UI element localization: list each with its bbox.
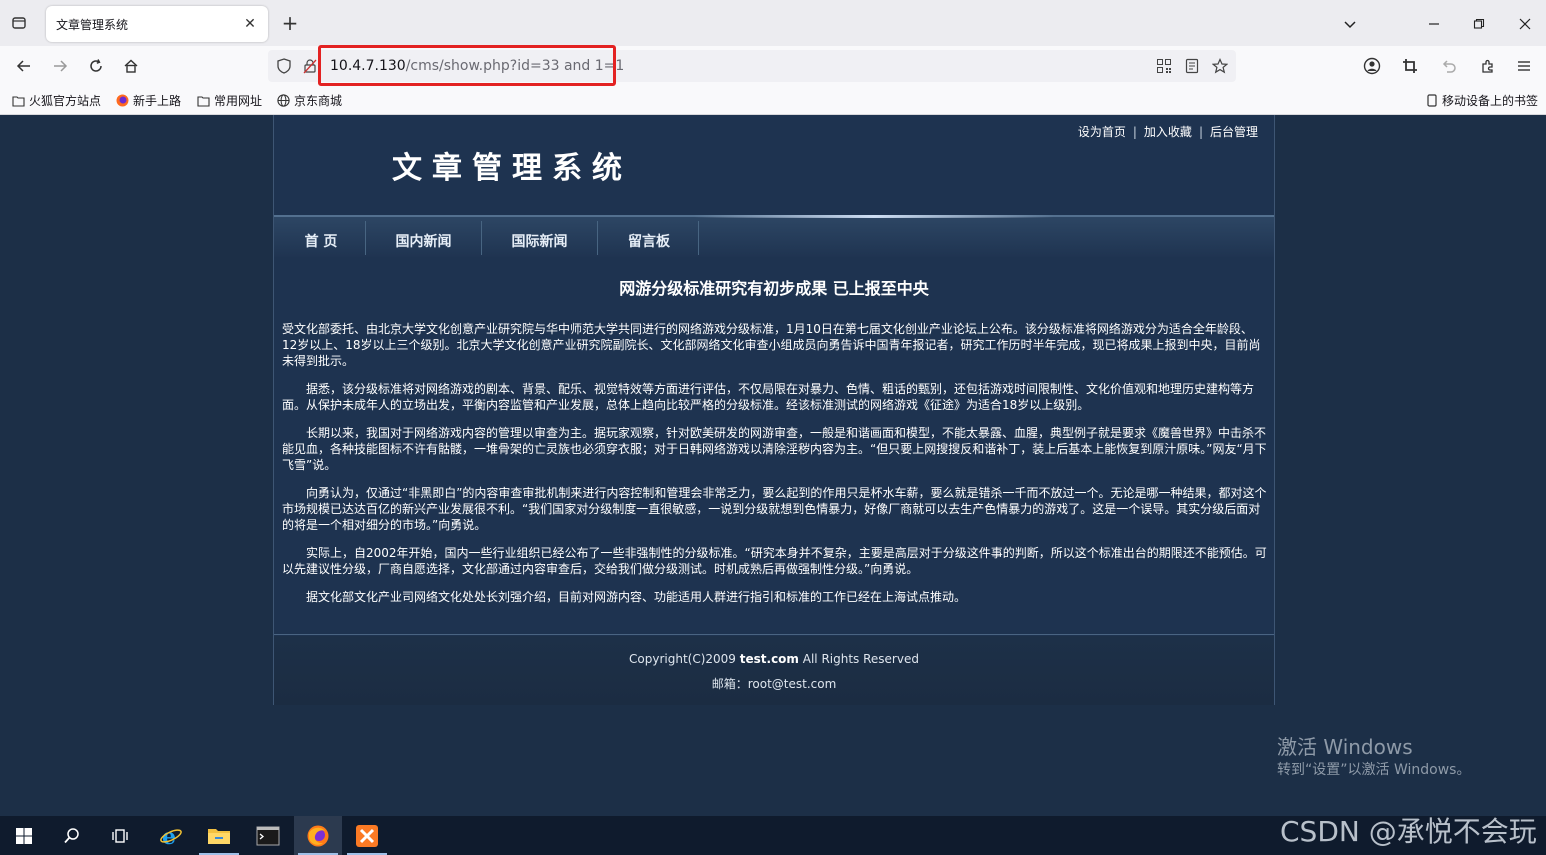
windows-start-icon[interactable] [0,816,48,855]
bookmark-item-3[interactable]: 京东商城 [277,92,342,109]
copyright-suffix: All Rights Reserved [798,652,919,666]
csdn-watermark: CSDN @承悦不会玩 [1280,815,1537,848]
site-logo: 文章管理系统 [392,151,632,186]
email-address: root@test.com [747,677,837,691]
folder-icon [12,94,25,107]
site-container: 设为首页 | 加入收藏 | 后台管理 文章管理系统 首 页 国内新闻 国际新闻 留言板 … [273,115,1275,705]
shield-icon[interactable] [274,56,294,76]
bookmark-item-2[interactable]: 常用网址 [197,92,262,109]
activate-windows-subtitle: 转到“设置”以激活 Windows。 [1277,762,1471,778]
firefox-icon [116,94,129,107]
task-view-icon[interactable] [96,816,144,855]
url-path: /cms/show.php?id=33 and 1=1 [405,58,625,74]
xampp-icon[interactable] [343,816,391,855]
close-tab-icon[interactable]: ✕ [240,14,260,34]
top-link-admin[interactable]: 后台管理 [1210,125,1258,139]
web-page: 设为首页 | 加入收藏 | 后台管理 文章管理系统 首 页 国内新闻 国际新闻 留言板 … [0,115,1546,816]
top-link-set-home[interactable]: 设为首页 [1078,125,1126,139]
menu-item-domestic-news[interactable]: 国内新闻 [366,231,481,251]
bookmarks-toolbar: 火狐官方站点 新手上路 常用网址 京东商城 移动设备上的书签 [0,86,1546,115]
firefox-taskbar-icon[interactable] [294,816,342,855]
windows-taskbar: e CSDN @承悦不会玩 [0,815,1546,855]
menu-item-international-news[interactable]: 国际新闻 [482,231,597,251]
url-host: 10.4.7.130 [330,58,406,74]
bookmark-star-icon[interactable] [1210,56,1230,76]
reader-view-icon[interactable] [1182,56,1202,76]
extensions-icon[interactable] [1476,54,1500,78]
folder-icon [197,94,210,107]
article-title: 网游分级标准研究有初步成果 已上报至中央 [619,279,929,298]
tab-overflow-chevron-icon[interactable] [1338,12,1362,36]
menu-item-guestbook[interactable]: 留言板 [598,231,700,251]
email-line: 邮箱：root@test.com [274,675,1274,692]
bookmark-label: 火狐官方站点 [29,94,102,108]
search-icon[interactable] [48,816,96,855]
home-icon[interactable] [119,54,143,78]
bookmark-label: 常用网址 [214,94,263,108]
forward-icon[interactable] [48,54,72,78]
terminal-icon[interactable] [244,816,292,855]
article-paragraph: 长期以来，我国对于网络游戏内容的管理以审查为主。据玩家观察，针对欧美研发的网游审… [282,426,1267,472]
bookmark-item-0[interactable]: 火狐官方站点 [12,92,101,109]
article-area: 网游分级标准研究有初步成果 已上报至中央 受文化部委托、由北京大学文化创意产业研… [274,257,1274,635]
minimize-icon[interactable] [1422,12,1446,36]
activate-windows-title: 激活 Windows [1277,735,1413,759]
copyright-prefix: Copyright(C)2009 [629,652,740,666]
url-text[interactable]: 10.4.7.130/cms/show.php?id=33 and 1=1 [330,58,624,74]
article-paragraph: 实际上，自2002年开始，国内一些行业组织已经公布了一些非强制性的分级标准。“研… [282,546,1267,576]
tab-list-icon[interactable] [8,12,30,34]
mobile-bookmarks-label: 移动设备上的书签 [1442,94,1539,108]
url-bar[interactable]: 10.4.7.130/cms/show.php?id=33 and 1=1 [268,50,1236,82]
qr-code-icon[interactable] [1154,56,1174,76]
globe-icon [277,94,290,107]
mobile-bookmarks[interactable]: 移动设备上的书签 [1425,92,1538,109]
article-paragraph: 受文化部委托、由北京大学文化创意产业研究院与华中师范大学共同进行的网络游戏分级标… [282,322,1261,368]
site-footer: Copyright(C)2009 test.com All Rights Res… [274,636,1274,705]
article-body: 受文化部委托、由北京大学文化创意产业研究院与华中师范大学共同进行的网络游戏分级标… [282,321,1268,617]
top-links: 设为首页 | 加入收藏 | 后台管理 [1077,125,1258,139]
close-window-icon[interactable] [1513,12,1537,36]
reload-icon[interactable] [84,54,108,78]
article-paragraph: 据悉，该分级标准将对网络游戏的剧本、背景、配乐、视觉特效等方面进行评估，不仅局限… [282,382,1255,412]
mobile-device-icon [1425,94,1438,107]
bookmark-item-1[interactable]: 新手上路 [116,92,181,109]
undo-icon[interactable] [1437,54,1461,78]
account-icon[interactable] [1360,54,1384,78]
article-paragraph: 向勇认为，仅通过“非黑即白”的内容审查审批机制来进行内容控制和管理会非常乏力，要… [282,486,1267,532]
top-link-add-favorite[interactable]: 加入收藏 [1144,125,1192,139]
email-label: 邮箱： [711,677,748,691]
browser-nav-bar: 10.4.7.130/cms/show.php?id=33 and 1=1 [0,46,1546,86]
back-icon[interactable] [12,54,36,78]
menu-hamburger-icon[interactable] [1512,54,1536,78]
browser-tab-active[interactable]: 文章管理系统 ✕ [46,6,268,42]
browser-tab-bar: 文章管理系统 ✕ + [0,0,1546,46]
internet-explorer-icon[interactable]: e [147,816,195,855]
file-explorer-icon[interactable] [195,816,243,855]
bookmark-label: 新手上路 [133,94,182,108]
copyright-line: Copyright(C)2009 test.com All Rights Res… [274,652,1274,666]
screenshot-crop-icon[interactable] [1398,54,1422,78]
main-menu: 首 页 国内新闻 国际新闻 留言板 [274,215,1274,257]
tab-title: 文章管理系统 [56,18,129,32]
article-paragraph: 据文化部文化产业司网络文化处处长刘强介绍，目前对网游内容、功能适用人群进行指引和… [306,590,967,604]
restore-icon[interactable] [1467,12,1491,36]
new-tab-icon[interactable]: + [278,12,302,36]
bookmark-label: 京东商城 [294,94,343,108]
copyright-domain: test.com [739,652,799,666]
menu-item-home[interactable]: 首 页 [304,231,338,251]
insecure-lock-icon[interactable] [300,56,320,76]
